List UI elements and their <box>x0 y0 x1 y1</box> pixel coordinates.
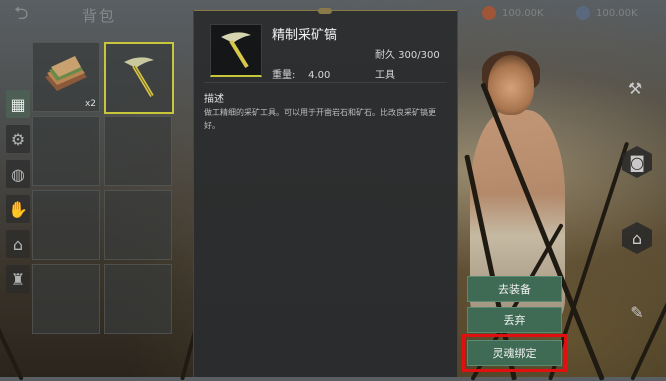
trophy-icon: ♜ <box>10 269 26 289</box>
item-type: 工具 <box>375 70 395 81</box>
item-description: 做工精细的采矿工具。可以用于开凿岩石和矿石。比改良采矿镐更好。 <box>204 108 436 130</box>
item-durability: 耐久 300/300 <box>375 50 440 61</box>
bank-icon: ⌂ <box>12 234 24 254</box>
inventory-slot[interactable]: x2 <box>32 42 100 112</box>
notes-button[interactable]: ✎ <box>622 296 652 328</box>
anvil-icon: ⚒ <box>627 78 643 98</box>
inventory-grid: x2 <box>32 42 192 358</box>
panel-ornament <box>194 8 457 15</box>
divider <box>204 82 447 83</box>
item-weight: 重量: 4.00 <box>272 66 330 81</box>
gear-icon: ⚙ <box>10 129 26 149</box>
equip-button[interactable]: 去装备 <box>467 276 562 302</box>
notes-icon: ✎ <box>630 302 644 322</box>
slot-quantity: x2 <box>84 99 96 109</box>
currency-gold: 100.00K <box>482 6 544 20</box>
grid-icon: ▦ <box>10 94 26 114</box>
inventory-slot[interactable] <box>32 264 100 334</box>
anvil-button[interactable]: ⚒ <box>620 72 650 104</box>
tab-all[interactable]: ▦ <box>6 90 30 118</box>
ball-icon: ◍ <box>11 164 25 184</box>
inventory-slot[interactable] <box>104 264 172 334</box>
inventory-slot[interactable] <box>32 190 100 260</box>
currency-gold-value: 100.00K <box>502 7 544 19</box>
inventory-slot[interactable] <box>104 190 172 260</box>
item-icon-frame <box>210 24 262 77</box>
item-detail-panel: 精制采矿镐 耐久 300/300 重量: 4.00 工具 描述 做工精细的采矿工… <box>193 8 458 377</box>
page-title: 背包 <box>82 7 117 25</box>
item-name: 精制采矿镐 <box>272 28 338 43</box>
currency-gem-value: 100.00K <box>596 7 638 19</box>
tab-consumables[interactable]: ◍ <box>6 160 30 188</box>
gold-coin-icon <box>482 6 496 20</box>
house-money-icon: ⌂ <box>631 228 643 248</box>
discard-button[interactable]: 丢弃 <box>467 307 562 333</box>
category-tabs: ▦ ⚙ ◍ ✋ ⌂ ♜ <box>6 90 30 300</box>
soulbind-highlight-frame <box>462 334 567 372</box>
description-heading: 描述 <box>204 94 224 105</box>
shop-icon: ◙ <box>629 152 645 172</box>
tab-misc[interactable]: ♜ <box>6 265 30 293</box>
tab-materials[interactable]: ✋ <box>6 195 30 223</box>
currency-gem: 100.00K <box>576 6 638 20</box>
pickaxe-icon <box>221 32 251 69</box>
weight-label: 重量: <box>272 70 296 81</box>
back-arrow-icon: ⮌ <box>14 3 29 24</box>
back-button[interactable]: ⮌ <box>14 5 44 23</box>
weight-value: 4.00 <box>308 70 331 81</box>
inventory-slot[interactable] <box>32 116 100 186</box>
hand-icon: ✋ <box>8 199 28 219</box>
inventory-slot[interactable] <box>104 116 172 186</box>
gem-icon <box>576 6 590 20</box>
tab-building[interactable]: ⌂ <box>6 230 30 258</box>
pickaxe-icon <box>124 57 154 98</box>
tab-equipment[interactable]: ⚙ <box>6 125 30 153</box>
inventory-slot-selected[interactable] <box>104 42 174 114</box>
